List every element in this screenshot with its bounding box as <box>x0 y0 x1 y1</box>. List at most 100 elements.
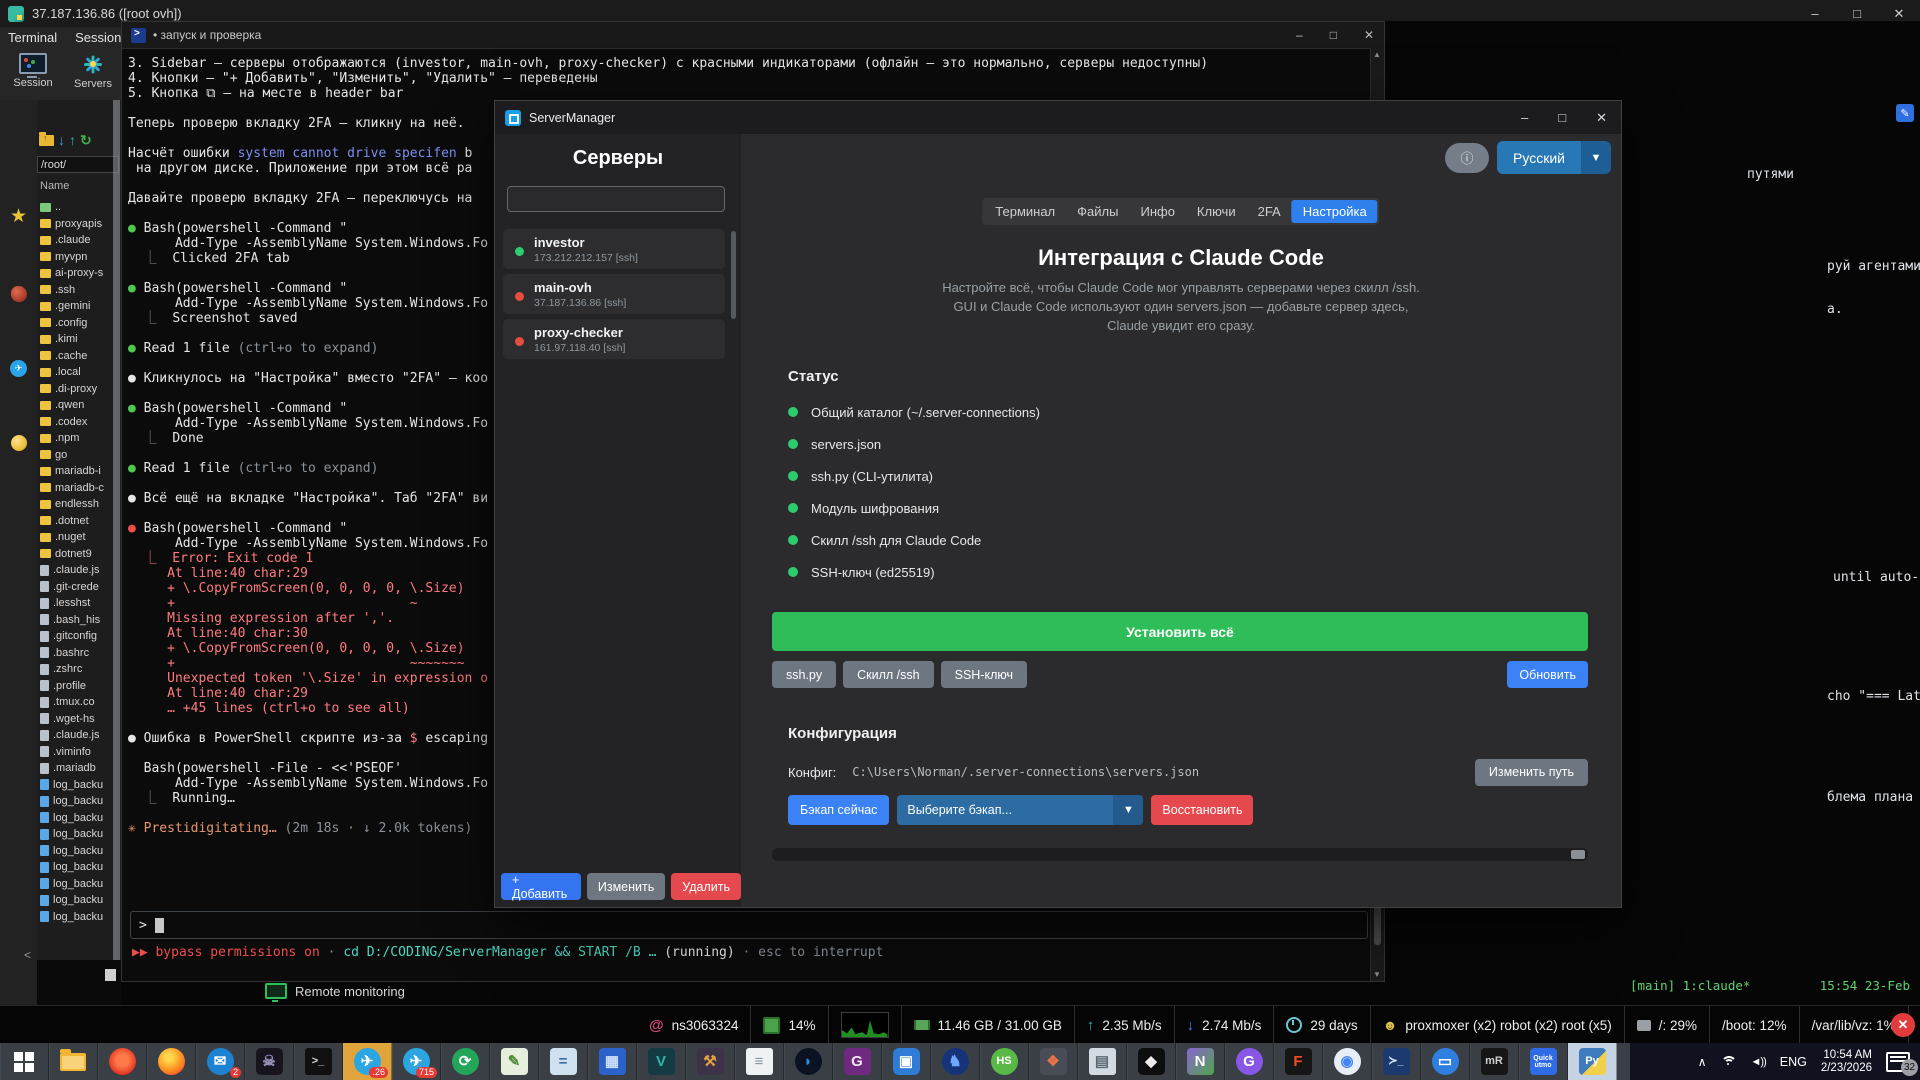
refresh-icon[interactable]: ↻ <box>80 133 92 147</box>
file-row[interactable]: .ssh <box>40 282 120 299</box>
thunderbird[interactable]: ✉2 <box>196 1043 245 1080</box>
scroll-down-icon[interactable]: ▼ <box>1373 970 1381 979</box>
file-row[interactable]: .nuget <box>40 529 120 546</box>
telegram[interactable]: ✈715 <box>392 1043 441 1080</box>
toolbar-servers-button[interactable]: Servers <box>70 53 116 90</box>
tab-файлы[interactable]: Файлы <box>1066 200 1129 223</box>
cube-app[interactable]: ◆ <box>1127 1043 1176 1080</box>
wifi-icon[interactable] <box>1721 1056 1737 1068</box>
notepad-plus-plus[interactable]: ✎ <box>490 1043 539 1080</box>
sidebar-scroll-left-icon[interactable]: < <box>24 948 31 962</box>
dev-tools-app[interactable]: ⚒ <box>686 1043 735 1080</box>
component-button-скилл--ssh[interactable]: Скилл /ssh <box>843 661 933 688</box>
keyboard-language[interactable]: ENG <box>1780 1055 1807 1069</box>
file-row[interactable]: log_backu <box>40 892 120 909</box>
taskbar-clock[interactable]: 10:54 AM2/23/2026 <box>1821 1049 1872 1075</box>
folder-up-icon[interactable] <box>39 135 54 146</box>
file-row[interactable]: log_backu <box>40 909 120 926</box>
file-row[interactable]: .kimi <box>40 331 120 348</box>
photos-app[interactable]: ▣ <box>882 1043 931 1080</box>
sm-close-icon[interactable]: ✕ <box>1596 110 1607 126</box>
sm-maximize-icon[interactable]: □ <box>1558 110 1566 125</box>
file-row[interactable]: .qwen <box>40 397 120 414</box>
file-row[interactable]: dotnet9 <box>40 546 120 563</box>
purple-doc-app[interactable]: G <box>833 1043 882 1080</box>
red-app-icon[interactable] <box>11 286 27 302</box>
toolbar-session-button[interactable]: Session <box>10 53 56 90</box>
notepad-app[interactable]: ≡ <box>735 1043 784 1080</box>
file-row[interactable]: .codex <box>40 414 120 431</box>
chrome-app[interactable]: ◉ <box>1323 1043 1372 1080</box>
language-dropdown[interactable]: Русский ▼ <box>1497 141 1611 174</box>
tab-терминал[interactable]: Терминал <box>984 200 1066 223</box>
menu-item-sessions[interactable]: Sessions <box>75 30 128 45</box>
server-list-item[interactable]: main-ovh37.187.136.86 [ssh] <box>503 274 725 314</box>
sync-app[interactable]: ⟳ <box>441 1043 490 1080</box>
file-row[interactable]: go <box>40 447 120 464</box>
file-row[interactable]: .di-proxy <box>40 381 120 398</box>
sidebar-scrollbar[interactable] <box>113 100 120 960</box>
tab-ключи[interactable]: Ключи <box>1186 200 1247 223</box>
server-search-input[interactable] <box>507 186 725 212</box>
file-row[interactable]: mariadb-c <box>40 480 120 497</box>
sm-minimize-icon[interactable]: – <box>1521 110 1528 125</box>
file-row[interactable]: .bash_his <box>40 612 120 629</box>
blue-monitor-app[interactable]: ▭ <box>1421 1043 1470 1080</box>
horizontal-scrollbar[interactable] <box>772 848 1588 861</box>
backup-select-dropdown[interactable]: Выберите бэкап... ▼ <box>897 795 1143 825</box>
firefox[interactable] <box>147 1043 196 1080</box>
file-row[interactable]: .profile <box>40 678 120 695</box>
file-row[interactable]: log_backu <box>40 843 120 860</box>
file-row[interactable]: endlessh <box>40 496 120 513</box>
figma[interactable]: F <box>1274 1043 1323 1080</box>
tray-chevron-icon[interactable]: ∧ <box>1698 1055 1707 1069</box>
quick-utmo[interactable]: Quick utmo <box>1519 1043 1568 1080</box>
servermanager-titlebar[interactable]: ServerManager – □ ✕ <box>495 101 1621 134</box>
mremoteng[interactable]: mR <box>1470 1043 1519 1080</box>
telegram-strip-icon[interactable]: ✈ <box>10 360 27 377</box>
server-button-изменить[interactable]: Изменить <box>587 873 665 900</box>
screens-app[interactable]: ❖ <box>1029 1043 1078 1080</box>
tab-инфо[interactable]: Инфо <box>1129 200 1185 223</box>
file-row[interactable]: .config <box>40 315 120 332</box>
tab-настройка[interactable]: Настройка <box>1292 200 1378 223</box>
tab-2fa[interactable]: 2FA <box>1247 200 1292 223</box>
path-input[interactable] <box>37 156 119 173</box>
game-app[interactable]: ☠ <box>245 1043 294 1080</box>
backup-now-button[interactable]: Бэкап сейчас <box>788 795 889 825</box>
file-row[interactable]: log_backu <box>40 826 120 843</box>
component-button-ssh.py[interactable]: ssh.py <box>772 661 836 688</box>
component-button-ssh-ключ[interactable]: SSH-ключ <box>941 661 1027 688</box>
file-row[interactable]: .claude.js <box>40 562 120 579</box>
file-row[interactable]: .. <box>40 199 120 216</box>
hscrollbar-thumb[interactable] <box>1571 850 1585 859</box>
file-row[interactable]: .npm <box>40 430 120 447</box>
server-list-item[interactable]: proxy-checker161.97.118.40 [ssh] <box>503 319 725 359</box>
change-path-button[interactable]: Изменить путь <box>1475 759 1588 786</box>
neovim[interactable]: N <box>1176 1043 1225 1080</box>
file-row[interactable]: .local <box>40 364 120 381</box>
stats-close-button[interactable]: ✕ <box>1891 1013 1915 1037</box>
github-desktop[interactable]: G <box>1225 1043 1274 1080</box>
file-row[interactable]: log_backu <box>40 810 120 827</box>
file-row[interactable]: .cache <box>40 348 120 365</box>
file-row[interactable]: .wget-hs <box>40 711 120 728</box>
install-all-button[interactable]: Установить всё <box>772 612 1588 651</box>
terminal-maximize-icon[interactable]: □ <box>1330 28 1337 42</box>
file-row[interactable]: .dotnet <box>40 513 120 530</box>
file-row[interactable]: log_backu <box>40 859 120 876</box>
file-row[interactable]: .gitconfig <box>40 628 120 645</box>
powershell[interactable]: ≻_ <box>1372 1043 1421 1080</box>
upload-icon[interactable]: ↑ <box>69 133 76 147</box>
yellow-app-icon[interactable] <box>11 435 27 451</box>
terminal-minimize-icon[interactable]: – <box>1296 28 1303 42</box>
telegram-yellow[interactable]: ✈.26 <box>343 1043 392 1080</box>
favorites-star-icon[interactable]: ★ <box>10 205 27 228</box>
file-row[interactable]: proxyapis <box>40 216 120 233</box>
terminal-prompt-box[interactable]: > <box>130 911 1368 939</box>
server-button-удалить[interactable]: Удалить <box>671 873 741 900</box>
python-app[interactable]: Py <box>1568 1043 1617 1080</box>
cmd-terminal[interactable]: >_ <box>294 1043 343 1080</box>
file-explorer[interactable] <box>49 1043 98 1080</box>
file-row[interactable]: log_backu <box>40 876 120 893</box>
